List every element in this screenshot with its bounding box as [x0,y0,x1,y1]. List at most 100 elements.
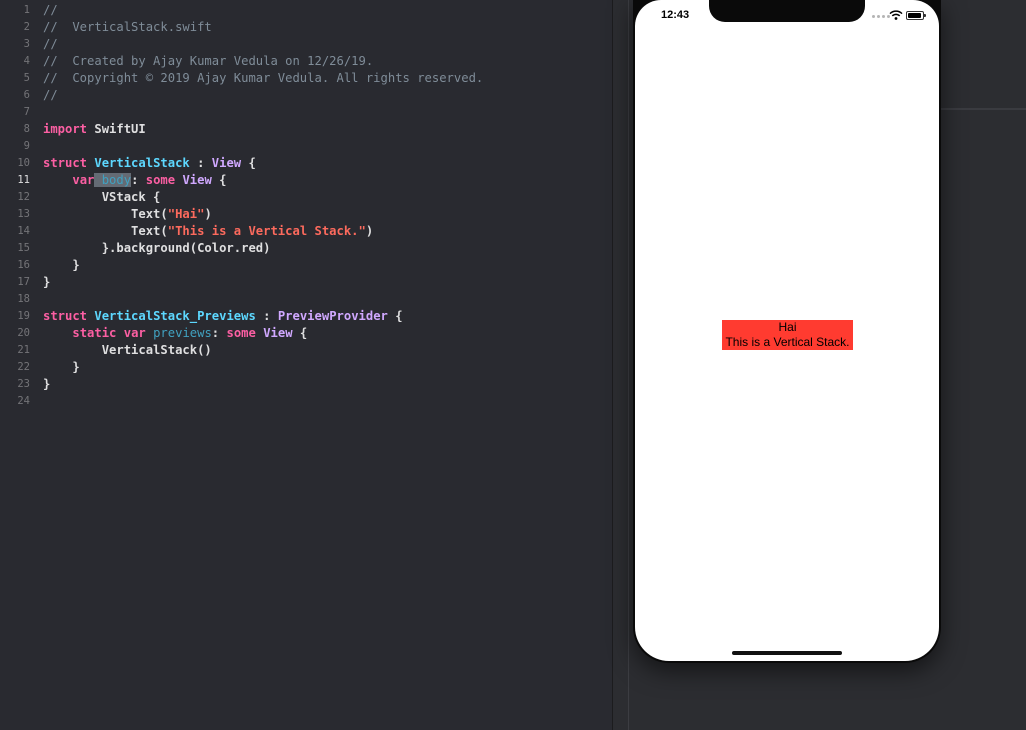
device-screen: 12:43 Hai This is a Vertical Stack. [635,0,939,661]
line-number: 14 [17,225,30,237]
code-line[interactable]: VerticalStack() [43,342,612,359]
line-number: 9 [23,140,30,152]
code-line[interactable] [43,138,612,155]
code-token: VerticalStack [94,156,190,170]
code-line[interactable]: static var previews: some View { [43,325,612,342]
device-preview: 12:43 Hai This is a Vertical Stack. [633,0,941,663]
code-line[interactable]: // VerticalStack.swift [43,19,612,36]
code-token: : [255,309,278,323]
vstack-preview[interactable]: Hai This is a Vertical Stack. [722,320,853,350]
code-token: { [387,309,403,323]
line-number: 12 [17,191,30,203]
code-line[interactable]: Text("This is a Vertical Stack.") [43,223,612,240]
code-token: // Created by Ajay Kumar Vedula on 12/26… [43,54,374,68]
code-editor[interactable]: 1 2 3 4 5 6 7 8 9 10 11 12 13 14 15 16 17 18 19 20 21 22 23 24 … [0,0,612,730]
code-line[interactable]: var body: some View { [43,172,612,189]
line-number: 2 [23,21,30,33]
code-token: // Copyright © 2019 Ajay Kumar Vedula. A… [43,71,484,85]
code-token: { [292,326,308,340]
code-token: } [43,360,80,374]
code-area[interactable]: // // VerticalStack.swift // // Created by … [43,2,612,410]
code-line[interactable]: }.background(Color.red) [43,240,612,257]
code-token: VerticalStack_Previews [94,309,256,323]
code-line[interactable]: struct VerticalStack : View { [43,155,612,172]
code-line[interactable] [43,104,612,121]
home-indicator [732,651,842,655]
line-number: 24 [17,395,30,407]
code-token: ) [204,207,212,221]
code-token: struct [43,156,88,170]
code-token: static [72,326,117,340]
code-line[interactable]: // Copyright © 2019 Ajay Kumar Vedula. A… [43,70,612,87]
code-token: } [43,275,51,289]
code-token: some [226,326,256,340]
code-token: Text( [43,224,168,238]
code-token: // [43,37,58,51]
code-token: // [43,3,58,17]
status-time: 12:43 [661,9,690,21]
wifi-icon [889,10,903,20]
line-number-gutter: 1 2 3 4 5 6 7 8 9 10 11 12 13 14 15 16 17 18 19 20 21 22 23 24 [0,2,34,410]
text-vertical-stack: This is a Vertical Stack. [725,335,850,349]
line-number: 1 [23,4,30,16]
line-number: 10 [17,157,30,169]
line-number: 17 [17,276,30,288]
code-token: VerticalStack() [43,343,212,357]
code-token: // VerticalStack.swift [43,20,212,34]
line-number: 8 [23,123,30,135]
code-line[interactable]: import SwiftUI [43,121,612,138]
code-line[interactable] [43,393,612,410]
code-line[interactable]: // [43,36,612,53]
code-token: body [94,173,132,187]
code-token: "Hai" [167,207,205,221]
code-token: var [72,173,95,187]
code-token: Text( [43,207,168,221]
text-hai: Hai [778,320,797,334]
code-token: some [145,173,176,187]
code-token: "This is a Vertical Stack." [167,224,366,238]
line-number: 16 [17,259,30,271]
code-token: struct [43,309,88,323]
code-token: var [123,326,146,340]
code-line[interactable]: } [43,274,612,291]
code-token: // [43,88,58,102]
line-number: 13 [17,208,30,220]
code-token: }.background(Color.red) [43,241,271,255]
line-number: 19 [17,310,30,322]
code-token: { [211,173,227,187]
code-token: { [241,156,256,170]
code-token: previews [153,326,212,340]
preview-separator [628,0,629,730]
code-line[interactable]: // Created by Ajay Kumar Vedula on 12/26… [43,53,612,70]
line-number: 4 [23,55,30,67]
line-number: 5 [23,72,30,84]
code-line[interactable]: } [43,376,612,393]
code-token: } [43,258,80,272]
device-notch [709,0,865,22]
code-token: View [263,326,293,340]
line-number: 11 [17,174,30,186]
code-token: } [43,377,51,391]
line-number: 20 [17,327,30,339]
code-line[interactable]: Text("Hai") [43,206,612,223]
line-number: 15 [17,242,30,254]
line-number: 6 [23,89,30,101]
code-line[interactable]: } [43,257,612,274]
code-token: : [131,173,146,187]
code-line[interactable]: VStack { [43,189,612,206]
code-line[interactable]: } [43,359,612,376]
code-line[interactable]: // [43,87,612,104]
code-token: VStack { [43,190,161,204]
code-line[interactable]: // [43,2,612,19]
line-number: 22 [17,361,30,373]
code-token: PreviewProvider [277,309,388,323]
code-token: : [211,326,227,340]
code-line[interactable]: struct VerticalStack_Previews : PreviewP… [43,308,612,325]
code-line[interactable] [43,291,612,308]
code-token: ) [365,224,374,238]
code-token: View [211,156,242,170]
